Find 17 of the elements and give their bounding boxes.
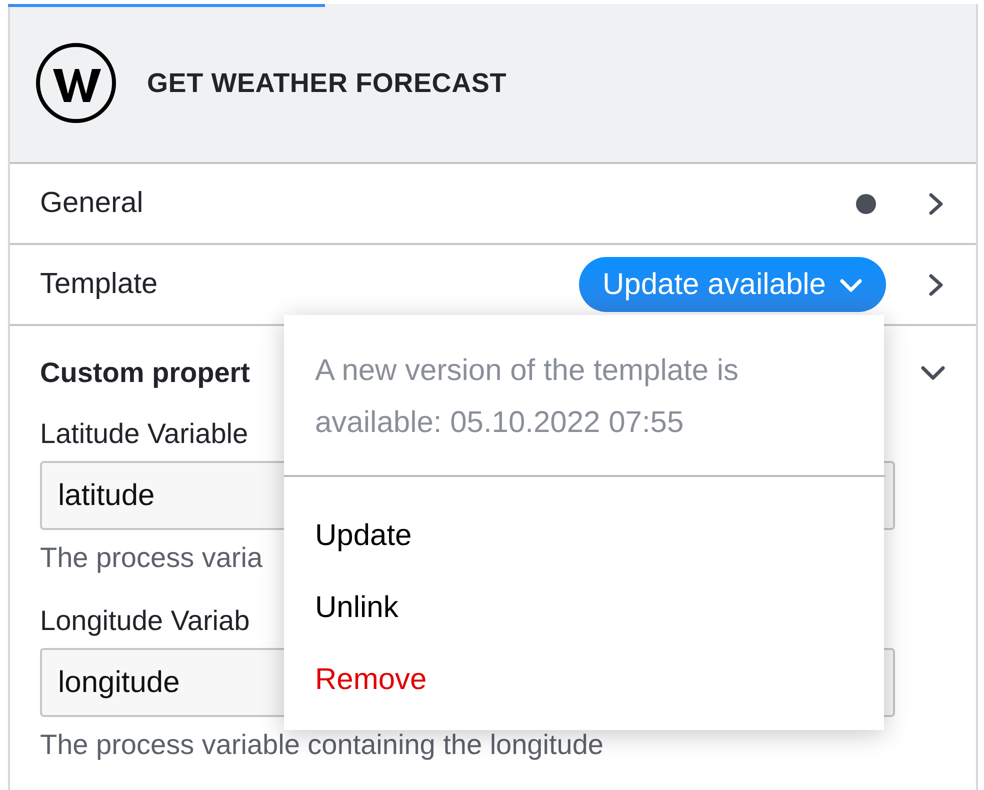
section-title: Template: [40, 268, 159, 301]
chevron-icon[interactable]: [920, 363, 946, 383]
section-row[interactable]: General: [10, 164, 976, 245]
menu-item[interactable]: Unlink: [284, 572, 884, 644]
menu-item[interactable]: Update: [284, 500, 884, 572]
section-title: Custom propert: [40, 357, 250, 389]
menu-description: A new version of the template is available: 05.10.2022 07:55: [284, 315, 885, 477]
section-title: General: [40, 187, 144, 220]
chevron-icon[interactable]: [926, 272, 946, 296]
field-hint: The process varia: [40, 543, 263, 573]
menu-item[interactable]: Remove: [284, 644, 884, 716]
chevron-icon[interactable]: [926, 192, 946, 216]
field-hint: The process variable containing the longitude: [40, 730, 604, 760]
field-label: Latitude Variable: [40, 417, 248, 451]
panel-title: GET WEATHER FORECAST: [147, 68, 506, 98]
w-logo-icon: [35, 42, 117, 124]
field-label: Longitude Variab: [40, 604, 250, 638]
